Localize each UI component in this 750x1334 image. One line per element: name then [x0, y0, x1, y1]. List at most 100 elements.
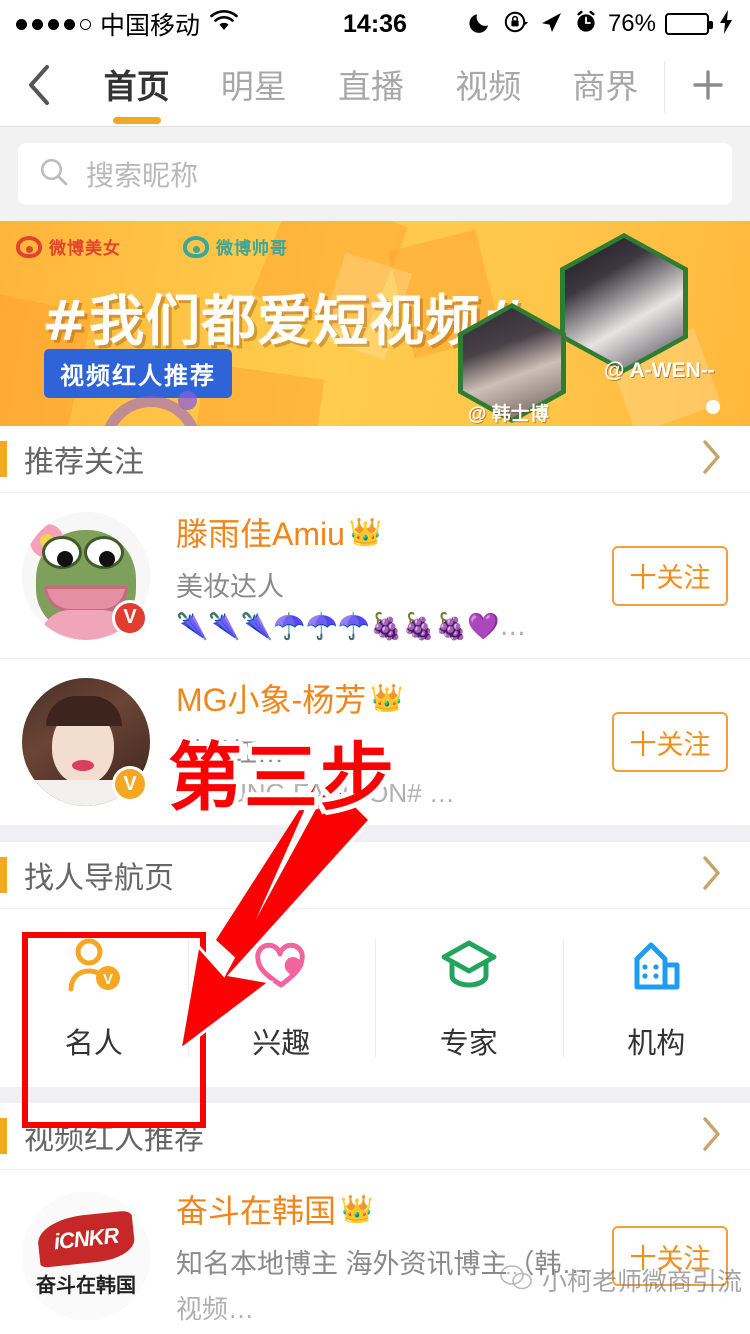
section-title-find-people: 找人导航页: [24, 862, 174, 895]
chevron-right-icon[interactable]: [700, 438, 724, 481]
section-title-recommend: 推荐关注: [24, 446, 144, 479]
search-input[interactable]: 搜索昵称: [18, 143, 732, 205]
banner-headline: #我们都爱短视频#: [42, 289, 529, 353]
interest-hearts-icon: [250, 935, 312, 1002]
section-header-video-influencers[interactable]: 视频红人推荐: [0, 1103, 750, 1170]
user-info: 滕雨佳Amiu 👑 美妆达人 🌂🌂🌂☂️☂️☂️🍇🍇🍇💜…: [176, 509, 612, 642]
icnkr-logo-caption: 奋斗在韩国: [36, 1274, 136, 1297]
user-name: 滕雨佳Amiu: [176, 516, 345, 552]
expert-graduation-cap-icon: [438, 935, 500, 1002]
table-row[interactable]: iCNKR 奋斗在韩国 奋斗在韩国 👑 知名本地博主 海外资讯博主（韩… 视频……: [0, 1170, 750, 1334]
icnkr-logo-text: iCNKR: [52, 1222, 120, 1254]
back-button[interactable]: [0, 63, 78, 112]
crown-icon: 👑: [340, 1194, 374, 1225]
nav-item-interest[interactable]: 兴趣: [187, 909, 376, 1087]
user-description: 知名本地博主 海外资讯博主（韩…: [176, 1249, 589, 1279]
promo-banner[interactable]: 微博美女 微博帅哥 #我们都爱短视频# 视频红人推荐 @ A-WEN-- @ 韩…: [0, 221, 750, 426]
moon-icon: [468, 9, 494, 40]
rotation-lock-icon: [503, 9, 529, 40]
section-header-recommend[interactable]: 推荐关注: [0, 426, 750, 493]
tab-active-indicator: [112, 117, 161, 124]
follow-button[interactable]: 十关注: [612, 1226, 728, 1286]
svg-text:V: V: [103, 971, 113, 988]
status-bar: 中国移动 14:36 76%: [0, 0, 750, 48]
nav-item-expert[interactable]: 专家: [375, 909, 563, 1087]
tab-star-label: 明星: [220, 68, 287, 105]
chevron-right-icon[interactable]: [700, 1115, 724, 1158]
tab-business-label: 商界: [572, 68, 639, 105]
app-screen: 中国移动 14:36 76% 首页 明星 直播 视频 商界 搜索昵称 微博美女 …: [0, 0, 750, 1334]
banner-page-indicator[interactable]: [706, 400, 720, 414]
search-placeholder: 搜索昵称: [86, 160, 199, 191]
section-header-find-people[interactable]: 找人导航页: [0, 842, 750, 909]
plus-icon: [689, 66, 727, 109]
nav-item-expert-label: 专家: [439, 1027, 498, 1060]
follow-button[interactable]: 十关注: [612, 712, 728, 772]
lightning-bolt-icon: [718, 9, 734, 39]
user-description: 时尚红…: [176, 738, 284, 768]
tab-star[interactable]: 明星: [195, 60, 312, 114]
carrier-label: 中国移动: [100, 12, 201, 40]
tab-home[interactable]: 首页: [78, 60, 195, 124]
search-icon: [38, 156, 70, 193]
user-info: 奋斗在韩国 👑 知名本地博主 海外资讯博主（韩… 视频…: [176, 1186, 612, 1326]
weibo-beauty-logo: 微博美女: [16, 234, 121, 259]
signal-strength-icon: [16, 18, 91, 30]
section-accent-bar: [0, 441, 7, 477]
weibo-handsome-label: 微博帅哥: [216, 239, 288, 258]
banner-logos: 微博美女 微博帅哥: [16, 234, 288, 259]
follow-button[interactable]: 十关注: [612, 545, 728, 606]
nav-item-celebrity[interactable]: V 名人: [0, 909, 188, 1087]
icnkr-logo-avatar: iCNKR 奋斗在韩国: [22, 1192, 150, 1320]
tab-list: 首页 明星 直播 视频 商界: [78, 60, 664, 124]
chevron-right-icon[interactable]: [700, 854, 724, 897]
top-navigation-bar: 首页 明星 直播 视频 商界: [0, 48, 750, 127]
crown-icon: 👑: [370, 683, 404, 714]
tab-live[interactable]: 直播: [312, 60, 429, 114]
table-row[interactable]: V MG小象-杨芳 👑 时尚红… #YOUNG FASHION# … 十关注: [0, 659, 750, 826]
verified-badge-icon: V: [112, 599, 148, 636]
alarm-clock-icon: [573, 9, 599, 40]
avatar[interactable]: V: [22, 511, 150, 640]
user-name: 奋斗在韩国: [176, 1193, 337, 1229]
battery-percent-label: 76%: [607, 10, 656, 37]
section-accent-bar: [0, 857, 7, 893]
verified-badge-icon: V: [112, 766, 148, 802]
tab-live-label: 直播: [338, 68, 404, 105]
user-name-row: MG小象-杨芳 👑: [176, 675, 612, 721]
tab-business[interactable]: 商界: [547, 60, 664, 114]
weibo-handsome-logo: 微博帅哥: [183, 234, 288, 259]
section-divider: [0, 826, 750, 842]
user-name-row: 滕雨佳Amiu 👑: [176, 509, 612, 555]
battery-icon: [665, 13, 713, 35]
table-row[interactable]: V 滕雨佳Amiu 👑 美妆达人 🌂🌂🌂☂️☂️☂️🍇🍇🍇💜… 十关注: [0, 493, 750, 659]
status-bar-right: 76%: [468, 9, 734, 40]
user-description: 美妆达人: [176, 572, 284, 602]
find-people-grid: V 名人 兴趣 专家 机构: [0, 909, 750, 1087]
avatar[interactable]: V: [22, 678, 150, 806]
organization-building-icon: [625, 935, 687, 1002]
user-info: MG小象-杨芳 👑 时尚红… #YOUNG FASHION# …: [176, 675, 612, 809]
status-bar-left: 中国移动: [16, 6, 239, 42]
nav-item-organization[interactable]: 机构: [562, 909, 750, 1087]
nav-item-interest-label: 兴趣: [252, 1027, 311, 1060]
section-divider: [0, 1087, 750, 1103]
user-name: MG小象-杨芳: [176, 682, 367, 718]
weibo-eye-icon: [16, 235, 42, 258]
weibo-eye-teal-icon: [183, 235, 209, 258]
banner-handle-awen: @ A-WEN--: [604, 359, 715, 382]
banner-badge: 视频红人推荐: [44, 349, 232, 398]
banner-avatar-awen: [560, 233, 688, 373]
back-chevron-icon: [24, 63, 54, 112]
user-extra-text: 视频…: [176, 1294, 255, 1324]
banner-handle-hanshibo: @ 韩士博: [468, 404, 549, 425]
add-button[interactable]: [664, 61, 750, 113]
wifi-icon: [209, 9, 239, 39]
crown-icon: 👑: [348, 517, 383, 548]
tab-video-label: 视频: [455, 68, 522, 105]
tab-video[interactable]: 视频: [430, 60, 547, 114]
user-name-row: 奋斗在韩国 👑: [176, 1186, 612, 1232]
search-section: 搜索昵称: [0, 127, 750, 221]
banner-dot-decoration: [178, 391, 197, 410]
avatar[interactable]: iCNKR 奋斗在韩国: [22, 1192, 150, 1320]
